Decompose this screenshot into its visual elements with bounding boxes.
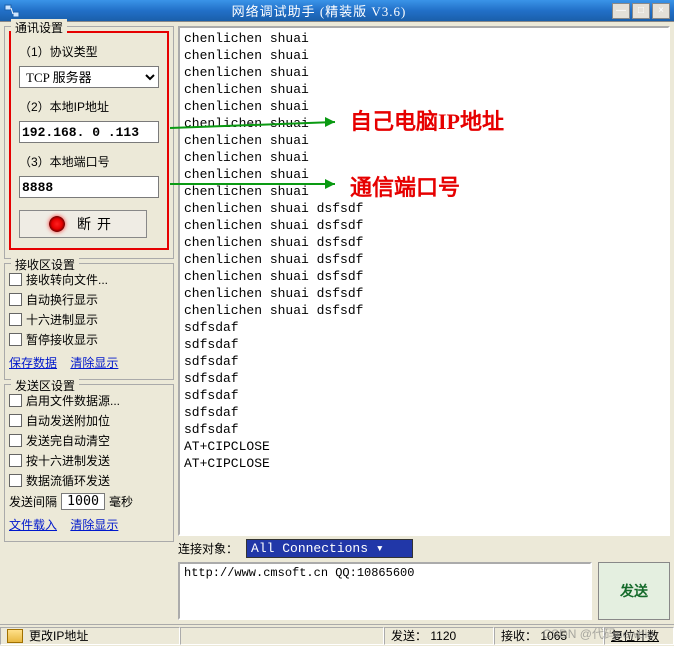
interval-unit: 毫秒 [109,493,133,510]
disconnect-label: 断开 [77,214,117,234]
send-settings-group: 发送区设置 启用文件数据源... 自动发送附加位 发送完自动清空 按十六进制发送… [4,384,174,542]
recv-settings-group: 接收区设置 接收转向文件... 自动换行显示 十六进制显示 暂停接收显示 保存数… [4,263,174,380]
recv-wrap-checkbox[interactable] [9,293,22,306]
send-autoclear-label: 发送完自动清空 [26,432,110,449]
record-icon [49,216,65,232]
send-loop-label: 数据流循环发送 [26,472,110,489]
change-ip-link[interactable]: 更改IP地址 [29,627,88,644]
send-loop-checkbox[interactable] [9,474,22,487]
file-load-link[interactable]: 文件载入 [9,518,57,532]
send-filesrc-checkbox[interactable] [9,394,22,407]
recv-tofile-label: 接收转向文件... [26,271,108,288]
interval-input[interactable] [61,493,105,510]
port-input[interactable] [19,176,159,198]
protocol-select[interactable]: TCP 服务器 [19,66,159,88]
send-hex-checkbox[interactable] [9,454,22,467]
window-title: 网络调试助手 (精装版 V3.6) [26,1,612,20]
interval-label: 发送间隔 [9,493,57,510]
app-icon [4,3,20,19]
send-append-checkbox[interactable] [9,414,22,427]
port-label: （3）本地端口号 [19,153,159,170]
comm-highlight-box: （1）协议类型 TCP 服务器 （2）本地IP地址 （3）本地端口号 断开 [9,31,169,250]
titlebar: 网络调试助手 (精装版 V3.6) — □ × [0,0,674,22]
recv-hex-label: 十六进制显示 [26,311,98,328]
comm-legend: 通讯设置 [11,19,67,36]
ip-label: （2）本地IP地址 [19,98,159,115]
connection-select[interactable]: All Connections ▾ [246,539,413,558]
send-button[interactable]: 发送 [598,562,670,620]
comm-settings-group: 通讯设置 （1）协议类型 TCP 服务器 （2）本地IP地址 （3）本地端口号 … [4,26,174,259]
minimize-button[interactable]: — [612,3,630,19]
recv-hex-checkbox[interactable] [9,313,22,326]
disconnect-button[interactable]: 断开 [19,210,147,238]
ip-input[interactable] [19,121,159,143]
recv-tofile-checkbox[interactable] [9,273,22,286]
maximize-button[interactable]: □ [632,3,650,19]
send-hex-label: 按十六进制发送 [26,452,110,469]
recv-legend: 接收区设置 [11,256,79,273]
protocol-label: （1）协议类型 [19,43,159,60]
clear-send-link[interactable]: 清除显示 [70,518,118,532]
sent-value: 1120 [430,629,456,643]
save-data-link[interactable]: 保存数据 [9,356,57,370]
status-icon [7,629,23,643]
close-button[interactable]: × [652,3,670,19]
send-textarea[interactable]: http://www.cmsoft.cn QQ:10865600 [178,562,592,620]
conn-label: 连接对象： [178,540,238,557]
send-append-label: 自动发送附加位 [26,412,110,429]
recv-pause-label: 暂停接收显示 [26,331,98,348]
send-filesrc-label: 启用文件数据源... [26,392,120,409]
sent-label: 发送： [391,627,427,644]
recv-pause-checkbox[interactable] [9,333,22,346]
send-autoclear-checkbox[interactable] [9,434,22,447]
send-legend: 发送区设置 [11,377,79,394]
clear-recv-link[interactable]: 清除显示 [70,356,118,370]
recv-wrap-label: 自动换行显示 [26,291,98,308]
watermark: CSDN @代码newbie [542,625,654,642]
recv-label: 接收： [501,627,537,644]
receive-log[interactable]: chenlichen shuai chenlichen shuai chenli… [178,26,670,536]
